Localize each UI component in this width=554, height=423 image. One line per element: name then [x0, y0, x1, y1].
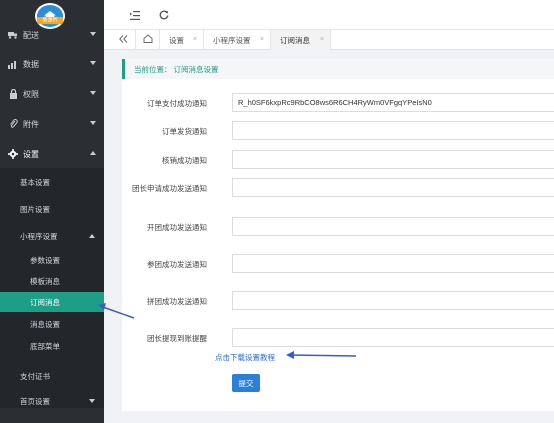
submit-button[interactable]: 提交 — [232, 374, 260, 392]
field-label-order-shipped: 订单发货通知 — [162, 127, 207, 136]
download-tutorial-link[interactable]: 点击下载设置教程 — [215, 352, 275, 363]
submenu-item-label: 消息设置 — [30, 319, 60, 329]
submenu-item-label: 小程序设置 — [20, 231, 58, 241]
breadcrumb-prefix: 当前位置： — [134, 64, 172, 74]
tabs-bar: 设置 × 小程序设置 × 订阅消息 × — [104, 30, 554, 50]
submenu-item-image[interactable]: 图片设置 — [0, 199, 104, 219]
field-input-group-join[interactable] — [232, 254, 554, 273]
gear-icon — [8, 149, 18, 159]
tab-subscribe-messages[interactable]: 订阅消息 × — [271, 30, 331, 50]
submenu-item-pay-cert[interactable]: 支付证书 — [0, 366, 104, 386]
field-label-group-open: 开团成功发送通知 — [147, 223, 207, 232]
tab-home-button[interactable] — [136, 30, 160, 50]
settings-submenu: 基本设置 图片设置 小程序设置 参数设置 模板消息 订阅消息 消息设置 底部菜单… — [0, 168, 104, 408]
submenu-item-basic[interactable]: 基本设置 — [0, 172, 104, 192]
chevron-down-icon — [90, 121, 96, 125]
field-label-group-join: 参团成功发送通知 — [147, 260, 207, 269]
sidebar-item-label: 权限 — [23, 89, 39, 99]
chevron-up-icon — [89, 234, 95, 238]
paperclip-icon — [8, 119, 18, 129]
submenu-item-label: 支付证书 — [20, 371, 50, 381]
submenu-item-label: 首页设置 — [20, 396, 50, 406]
field-label-leader-apply: 团长申请成功发送通知 — [132, 184, 207, 193]
chevron-down-icon — [90, 91, 96, 95]
submenu-item-label: 参数设置 — [30, 255, 60, 265]
indent-icon[interactable] — [129, 9, 141, 21]
submenu-item-label: 底部菜单 — [30, 341, 60, 351]
submenu-item-label: 订阅消息 — [30, 297, 60, 307]
sidebar-item-data[interactable]: 数据 — [0, 49, 104, 79]
sidebar-item-attachment[interactable]: 附件 — [0, 109, 104, 139]
refresh-icon[interactable] — [158, 9, 170, 21]
tab-label: 小程序设置 — [213, 35, 251, 45]
submenu-item-home[interactable]: 首页设置 — [0, 391, 104, 411]
sidebar-item-settings[interactable]: 设置 — [0, 139, 104, 169]
truck-icon — [8, 30, 18, 40]
field-input-order-shipped[interactable] — [232, 121, 554, 140]
sidebar-item-permission[interactable]: 权限 — [0, 79, 104, 109]
chevron-down-icon — [90, 61, 96, 65]
double-chevron-left-icon — [119, 34, 128, 46]
breadcrumb-current[interactable]: 订阅消息设置 — [174, 64, 219, 75]
field-input-group-open[interactable] — [232, 217, 554, 236]
lock-icon — [8, 89, 18, 99]
submenu-item-subscribe-msg[interactable]: 订阅消息 — [0, 292, 104, 312]
topbar — [104, 0, 554, 30]
sidebar: 鱼渔利 配送 数据 权限 附件 设置 基本设置 图片设置 小程序设置 参数设置 … — [0, 0, 104, 423]
field-label-leader-withdraw: 团长提现到账提醒 — [147, 334, 207, 343]
field-input-order-paid[interactable]: R_h0SF6kxpRc9RbCO8ws6R6CH4RyWm0VFgqYPeIs… — [232, 93, 554, 112]
submenu-item-label: 图片设置 — [20, 204, 50, 214]
field-label-verify-success: 核销成功通知 — [162, 156, 207, 165]
chart-icon — [8, 59, 18, 69]
submenu-item-miniprogram[interactable]: 小程序设置 — [0, 226, 104, 246]
submenu-item-message[interactable]: 消息设置 — [0, 314, 104, 334]
sidebar-item-label: 设置 — [23, 149, 39, 159]
sidebar-item-delivery[interactable]: 配送 — [0, 20, 104, 50]
chevron-down-icon — [89, 399, 95, 403]
home-icon — [143, 34, 153, 46]
sidebar-item-label: 附件 — [23, 119, 39, 129]
sidebar-item-label: 配送 — [23, 30, 39, 40]
chevron-up-icon — [90, 151, 96, 155]
field-label-order-paid: 订单支付成功通知 — [147, 99, 207, 108]
submenu-item-params[interactable]: 参数设置 — [0, 250, 104, 270]
field-input-leader-apply[interactable] — [232, 178, 554, 197]
submenu-item-label: 模板消息 — [30, 276, 60, 286]
submenu-item-label: 基本设置 — [20, 177, 50, 187]
field-label-group-success: 拼团成功发送通知 — [147, 297, 207, 306]
close-icon[interactable]: × — [193, 36, 197, 43]
breadcrumb: 当前位置： 订阅消息设置 — [122, 59, 554, 79]
submenu-item-template-msg[interactable]: 模板消息 — [0, 271, 104, 291]
main-content: 当前位置： 订阅消息设置 订单支付成功通知 R_h0SF6kxpRc9RbCO8… — [122, 59, 554, 411]
submenu-item-bottom-menu[interactable]: 底部菜单 — [0, 336, 104, 356]
tab-settings[interactable]: 设置 × — [160, 30, 204, 50]
field-input-group-success[interactable] — [232, 291, 554, 310]
field-input-verify-success[interactable] — [232, 150, 554, 169]
chevron-down-icon — [90, 32, 96, 36]
close-icon[interactable]: × — [320, 36, 324, 43]
tab-label: 设置 — [169, 35, 184, 45]
tab-label: 订阅消息 — [280, 35, 310, 45]
field-input-leader-withdraw[interactable] — [232, 328, 554, 347]
tab-miniprogram-settings[interactable]: 小程序设置 × — [204, 30, 271, 50]
tab-scroll-left-button[interactable] — [112, 30, 136, 50]
close-icon[interactable]: × — [260, 36, 264, 43]
sidebar-item-label: 数据 — [23, 59, 39, 69]
